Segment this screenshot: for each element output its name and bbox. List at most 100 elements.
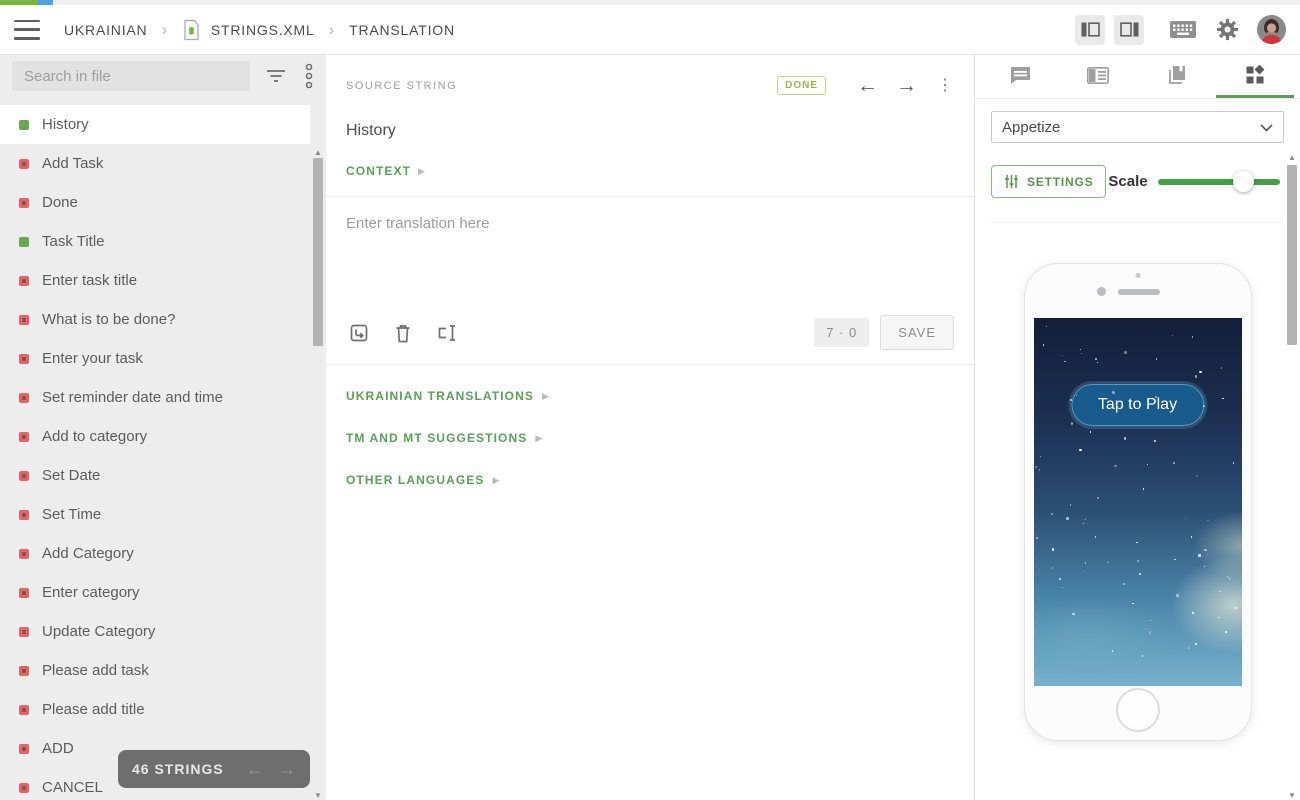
scroll-up-icon[interactable]: ▲ bbox=[1286, 153, 1298, 162]
string-item[interactable]: Enter category bbox=[0, 573, 310, 612]
star-dot bbox=[1176, 594, 1179, 597]
untranslated-status-icon bbox=[19, 549, 29, 559]
filter-icon[interactable] bbox=[264, 67, 288, 85]
star-dot bbox=[1083, 523, 1085, 525]
star-dot bbox=[1203, 405, 1205, 407]
string-item[interactable]: Set Time bbox=[0, 495, 310, 534]
translation-input[interactable] bbox=[326, 197, 974, 307]
comments-tab[interactable] bbox=[981, 55, 1059, 98]
layout-left-panel-icon[interactable] bbox=[1075, 15, 1105, 45]
expand-arrow-icon: ▶ bbox=[418, 166, 425, 177]
star-dot bbox=[1218, 617, 1220, 619]
strings-count-label: 46 STRINGS bbox=[132, 761, 224, 777]
clear-translation-icon[interactable] bbox=[391, 320, 415, 346]
chevron-down-icon bbox=[1260, 119, 1273, 136]
star-dot bbox=[1188, 647, 1190, 649]
star-dot bbox=[1052, 548, 1055, 551]
star-dot bbox=[1221, 367, 1223, 369]
previous-string-button[interactable]: ← bbox=[848, 75, 887, 96]
menu-icon[interactable] bbox=[14, 20, 40, 40]
search-input[interactable] bbox=[12, 61, 250, 91]
star-dot bbox=[1081, 353, 1083, 355]
string-item[interactable]: Enter task title bbox=[0, 261, 310, 300]
source-string-label: SOURCE STRING bbox=[346, 80, 777, 92]
scrollbar-thumb[interactable] bbox=[313, 158, 323, 346]
breadcrumb-file[interactable]: STRINGS.XML bbox=[211, 22, 315, 38]
string-menu-icon[interactable]: ⋮ bbox=[936, 82, 954, 89]
untranslated-status-icon bbox=[19, 744, 29, 754]
more-options-icon[interactable] bbox=[302, 61, 316, 91]
breadcrumb-language[interactable]: UKRAINIAN bbox=[64, 22, 147, 38]
untranslated-status-icon bbox=[19, 510, 29, 520]
tap-to-play-button[interactable]: Tap to Play bbox=[1071, 384, 1204, 426]
string-item[interactable]: Add Category bbox=[0, 534, 310, 573]
string-item[interactable]: Add Task bbox=[0, 144, 310, 183]
star-dot bbox=[1229, 578, 1232, 581]
string-item[interactable]: Please add task bbox=[0, 651, 310, 690]
gear-icon[interactable] bbox=[1214, 16, 1241, 43]
section-other-languages[interactable]: OTHER LANGUAGES ▶ bbox=[326, 459, 974, 501]
string-item[interactable]: History bbox=[0, 105, 310, 144]
breadcrumb-section[interactable]: TRANSLATION bbox=[349, 22, 455, 38]
save-button[interactable]: SAVE bbox=[880, 315, 954, 350]
progress-translated-segment bbox=[0, 0, 38, 5]
string-item-label: Please add title bbox=[42, 701, 145, 718]
scrollbar-thumb[interactable] bbox=[1287, 165, 1297, 345]
phone-home-button bbox=[1116, 688, 1160, 732]
chevron-right-icon: › bbox=[157, 20, 171, 40]
section-label: UKRAINIAN TRANSLATIONS bbox=[346, 389, 534, 403]
layout-right-panel-icon[interactable] bbox=[1114, 15, 1144, 45]
star-dot bbox=[1112, 650, 1114, 652]
star-dot bbox=[1040, 456, 1042, 458]
string-item[interactable]: Add to category bbox=[0, 417, 310, 456]
untranslated-status-icon bbox=[19, 432, 29, 442]
pages-tab[interactable] bbox=[1138, 55, 1216, 98]
avatar[interactable] bbox=[1257, 15, 1286, 44]
untranslated-status-icon bbox=[19, 198, 29, 208]
apps-tab[interactable] bbox=[1216, 55, 1294, 98]
string-item[interactable]: Done bbox=[0, 183, 310, 222]
string-item-label: Set Time bbox=[42, 506, 101, 523]
star-dot bbox=[1143, 488, 1145, 490]
star-dot bbox=[1035, 466, 1037, 468]
scroll-down-icon[interactable]: ▼ bbox=[1286, 791, 1298, 800]
star-dot bbox=[1185, 518, 1187, 520]
prev-page-icon[interactable]: ← bbox=[246, 759, 264, 780]
string-item[interactable]: Enter your task bbox=[0, 339, 310, 378]
star-dot bbox=[1114, 465, 1117, 468]
string-item[interactable]: Set Date bbox=[0, 456, 310, 495]
settings-button[interactable]: SETTINGS bbox=[991, 165, 1106, 198]
star-dot bbox=[1192, 336, 1194, 338]
string-item-label: Update Category bbox=[42, 623, 155, 640]
sidebar-scrollbar[interactable]: ▲ ▼ bbox=[312, 110, 324, 800]
star-dot bbox=[1222, 398, 1224, 400]
section-tm-mt-suggestions[interactable]: TM AND MT SUGGESTIONS ▶ bbox=[326, 417, 974, 459]
expand-arrow-icon: ▶ bbox=[542, 391, 549, 402]
string-item[interactable]: Task Title bbox=[0, 222, 310, 261]
device-select[interactable]: Appetize bbox=[991, 111, 1284, 143]
star-dot bbox=[1071, 422, 1074, 425]
slider-thumb[interactable] bbox=[1233, 171, 1254, 192]
next-page-icon[interactable]: → bbox=[278, 759, 296, 780]
star-dot bbox=[1090, 431, 1092, 433]
android-file-icon bbox=[182, 19, 201, 41]
star-dot bbox=[1046, 326, 1048, 328]
scale-slider[interactable] bbox=[1158, 171, 1280, 193]
select-text-icon[interactable] bbox=[434, 321, 462, 345]
string-info-tab[interactable] bbox=[1059, 55, 1137, 98]
scroll-down-icon[interactable]: ▼ bbox=[312, 791, 324, 800]
section-ukrainian-translations[interactable]: UKRAINIAN TRANSLATIONS ▶ bbox=[326, 375, 974, 417]
scroll-up-icon[interactable]: ▲ bbox=[312, 148, 324, 157]
string-item[interactable]: What is to be done? bbox=[0, 300, 310, 339]
copy-source-icon[interactable] bbox=[346, 320, 372, 346]
string-item[interactable]: Update Category bbox=[0, 612, 310, 651]
star-dot bbox=[1142, 655, 1144, 657]
keyboard-icon[interactable] bbox=[1168, 19, 1198, 40]
panel-scrollbar[interactable]: ▲ ▼ bbox=[1286, 105, 1298, 800]
slider-track[interactable] bbox=[1158, 179, 1280, 185]
star-dot bbox=[1150, 620, 1152, 622]
string-item[interactable]: Set reminder date and time bbox=[0, 378, 310, 417]
next-string-button[interactable]: → bbox=[887, 75, 926, 96]
string-item[interactable]: Please add title bbox=[0, 690, 310, 729]
context-expander[interactable]: CONTEXT ▶ bbox=[326, 140, 974, 196]
